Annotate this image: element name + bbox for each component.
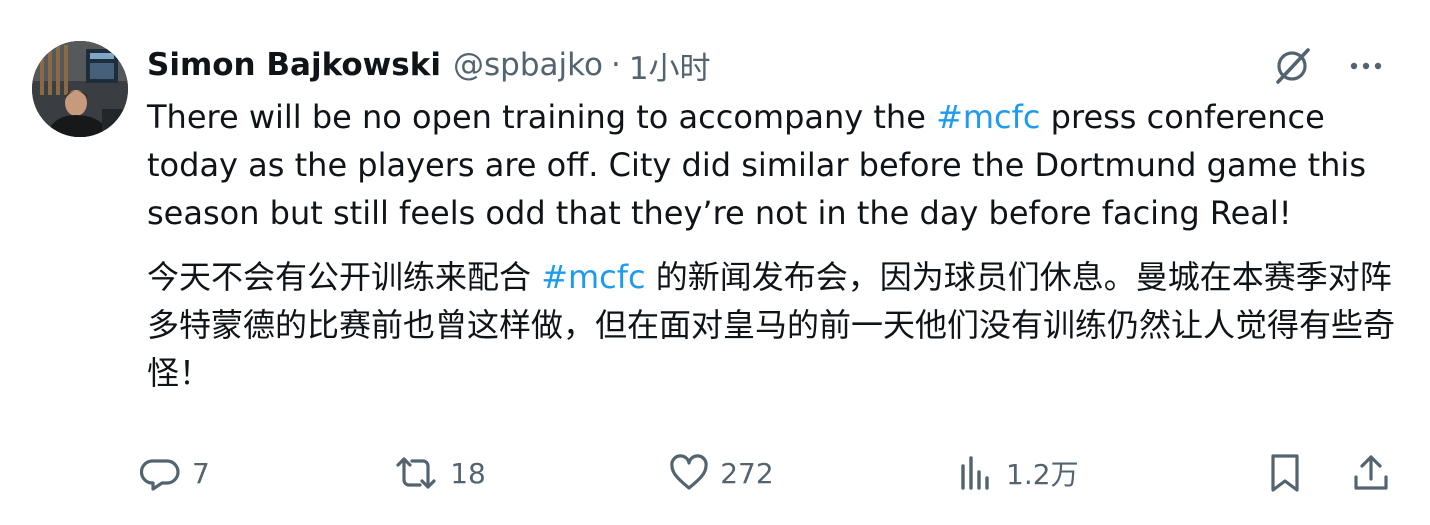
original-text-start: There will be no open training to accomp… <box>147 98 937 136</box>
hashtag-link[interactable]: #mcfc <box>936 98 1040 136</box>
translated-text-start: 今天不会有公开训练来配合 <box>147 258 542 296</box>
hashtag-link-translated[interactable]: #mcfc <box>541 258 645 296</box>
tweet-text-original: There will be no open training to accomp… <box>147 93 1397 237</box>
grok-icon <box>1276 48 1310 84</box>
reply-count: 7 <box>192 456 210 490</box>
action-bar-right <box>1261 449 1395 497</box>
like-count: 272 <box>720 456 774 490</box>
repost-icon <box>396 457 436 489</box>
more-button[interactable] <box>1342 42 1390 90</box>
share-button[interactable] <box>1347 449 1395 497</box>
repost-count: 18 <box>450 456 486 490</box>
share-icon <box>1354 455 1388 490</box>
views-button[interactable]: 1.2万 <box>956 452 1079 494</box>
more-icon <box>1350 62 1382 70</box>
reply-icon <box>140 459 180 491</box>
bookmark-icon <box>1271 454 1299 492</box>
header-actions <box>1268 42 1390 90</box>
avatar[interactable] <box>32 41 128 137</box>
tweet-body: There will be no open training to accomp… <box>147 93 1397 397</box>
tweet-header: Simon Bajkowski @spbajko · 1小时 <box>147 40 711 90</box>
author-name[interactable]: Simon Bajkowski <box>147 47 441 83</box>
avatar-image <box>32 41 128 137</box>
like-icon <box>670 454 708 490</box>
header-separator: · <box>610 47 621 83</box>
views-icon <box>961 456 989 490</box>
repost-button[interactable]: 18 <box>392 452 486 494</box>
action-bar: 7 18 272 1.2万 <box>140 445 1395 501</box>
like-button[interactable]: 272 <box>668 452 774 494</box>
grok-button[interactable] <box>1268 42 1316 90</box>
tweet-timestamp[interactable]: 1小时 <box>629 43 711 88</box>
views-count: 1.2万 <box>1006 458 1079 491</box>
reply-button[interactable]: 7 <box>140 452 210 494</box>
bookmark-button[interactable] <box>1261 449 1309 497</box>
author-handle[interactable]: @spbajko <box>453 47 603 83</box>
tweet-card[interactable]: Simon Bajkowski @spbajko · 1小时 There wil… <box>0 0 1430 525</box>
tweet-text-translated: 今天不会有公开训练来配合 #mcfc 的新闻发布会，因为球员们休息。曼城在本赛季… <box>147 253 1397 397</box>
